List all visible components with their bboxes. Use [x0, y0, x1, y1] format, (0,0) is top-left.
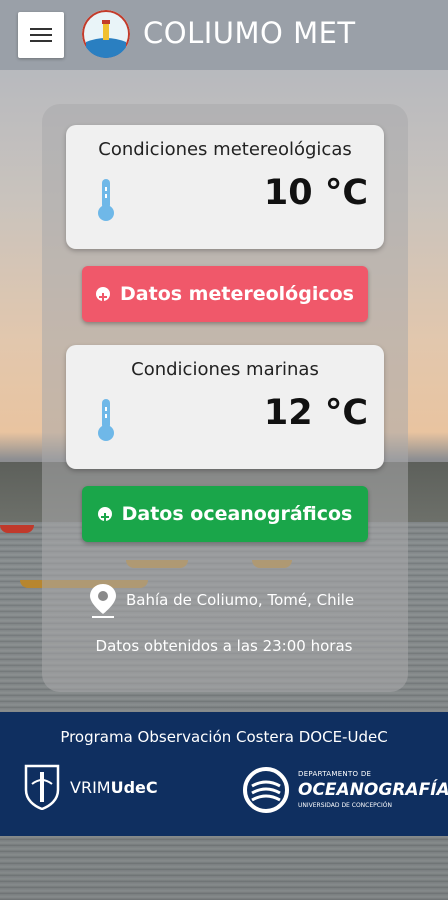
- sea-temperature: 12 °C: [263, 393, 368, 433]
- weather-data-button[interactable]: Datos metereológicos: [82, 266, 368, 322]
- department-label: DEPARTAMENTO DE: [298, 770, 372, 778]
- vrim-suffix: UdeC: [110, 778, 158, 797]
- location-pin-icon: [90, 584, 116, 618]
- weather-conditions-card: Condiciones metereológicas 10 °C: [66, 125, 384, 249]
- air-temperature: 10 °C: [263, 173, 368, 213]
- plus-circle-icon: [96, 287, 111, 301]
- background-boat: [0, 525, 34, 533]
- footer-banner: Programa Observación Costera DOCE-UdeC V…: [0, 712, 448, 836]
- app-logo-icon: [82, 10, 130, 58]
- app-title: COLIUMO MET: [143, 16, 356, 50]
- data-timestamp: Datos obtenidos a las 23:00 horas: [95, 637, 353, 655]
- top-app-bar: COLIUMO MET: [0, 0, 448, 70]
- marine-card-title: Condiciones marinas: [131, 359, 319, 380]
- vrim-udec-logo[interactable]: VRIMUdeC: [70, 778, 158, 797]
- department-name: OCEANOGRAFÍA: [298, 780, 448, 800]
- location-info: Bahía de Coliumo, Tomé, Chile: [88, 582, 354, 618]
- weather-card-title: Condiciones metereológicas: [98, 139, 352, 160]
- university-name: UNIVERSIDAD DE CONCEPCIÓN: [298, 802, 392, 809]
- thermometer-icon: [98, 399, 114, 441]
- marine-conditions-card: Condiciones marinas 12 °C: [66, 345, 384, 469]
- menu-icon-bar: [30, 40, 52, 42]
- vrim-prefix: VRIM: [70, 778, 111, 797]
- menu-icon-bar: [30, 34, 52, 36]
- menu-button[interactable]: [18, 12, 64, 58]
- oceanographic-data-button-label: Datos oceanográficos: [121, 503, 353, 525]
- thermometer-icon: [98, 179, 114, 221]
- weather-data-button-label: Datos metereológicos: [120, 283, 354, 305]
- oceanography-logo-icon[interactable]: [242, 766, 290, 814]
- oceanographic-data-button[interactable]: Datos oceanográficos: [82, 486, 368, 542]
- menu-icon: [30, 28, 52, 30]
- udec-shield-icon[interactable]: [24, 764, 60, 810]
- program-title: Programa Observación Costera DOCE-UdeC: [60, 728, 388, 746]
- location-text: Bahía de Coliumo, Tomé, Chile: [126, 591, 355, 609]
- plus-circle-icon: [97, 507, 112, 521]
